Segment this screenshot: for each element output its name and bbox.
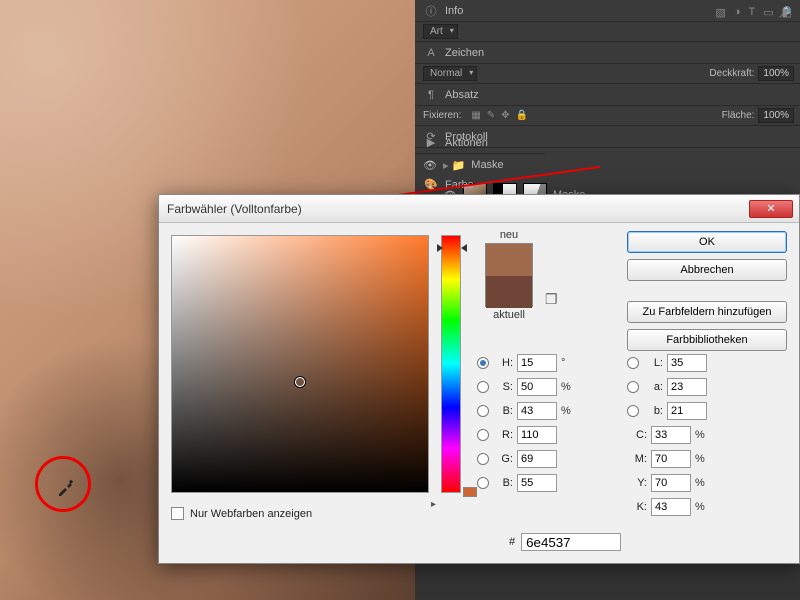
- panel-aktionen[interactable]: ▶ Aktionen: [415, 132, 545, 154]
- k-input[interactable]: [651, 498, 691, 516]
- panel-label: Aktionen: [445, 137, 488, 149]
- dialog-titlebar[interactable]: Farbwähler (Volltonfarbe) ✕: [159, 195, 799, 223]
- saturation-brightness-field[interactable]: [171, 235, 429, 493]
- r-input[interactable]: [517, 426, 557, 444]
- lock-brush-icon[interactable]: ✎: [487, 110, 495, 121]
- dialog-title: Farbwähler (Volltonfarbe): [165, 202, 749, 216]
- lock-label: Fixieren:: [423, 110, 461, 121]
- color-picker-dialog: Farbwähler (Volltonfarbe) ✕ ▸ neu aktuel…: [158, 194, 800, 564]
- a-input[interactable]: [667, 378, 707, 396]
- panels-area: ⓘ Info 🔎 Art ▧ ◑ T ▭ ◧ A Zeichen Normal …: [415, 0, 800, 200]
- fill-input[interactable]: 100%: [758, 108, 794, 123]
- info-icon: ⓘ: [423, 3, 439, 19]
- radio-r[interactable]: [477, 429, 489, 441]
- layer-name: Maske: [471, 159, 503, 171]
- panel-label: Zeichen: [445, 47, 484, 59]
- visibility-toggle[interactable]: 👁: [423, 159, 437, 172]
- lock-all-icon[interactable]: 🔒: [516, 110, 528, 121]
- close-button[interactable]: ✕: [749, 200, 793, 218]
- kind-dropdown[interactable]: Art: [423, 24, 458, 39]
- filter-pixel-icon[interactable]: ▧: [715, 6, 725, 19]
- hue-slider-handle[interactable]: [437, 244, 467, 250]
- panel-label: Farbe: [445, 179, 474, 191]
- web-colors-label: Nur Webfarben anzeigen: [190, 508, 312, 520]
- lock-row: Fixieren: ▦ ✎ ✥ 🔒 Fläche: 100%: [415, 106, 800, 126]
- filter-adjust-icon[interactable]: ◑: [734, 6, 741, 19]
- hex-hash: #: [509, 536, 515, 548]
- blend-mode-dropdown[interactable]: Normal: [423, 66, 477, 81]
- s-input[interactable]: [517, 378, 557, 396]
- radio-h[interactable]: [477, 357, 489, 369]
- l-input[interactable]: [667, 354, 707, 372]
- eyedropper-icon: [56, 477, 76, 497]
- triangle-icon: ▸: [431, 499, 436, 510]
- y-input[interactable]: [651, 474, 691, 492]
- radio-bv[interactable]: [477, 405, 489, 417]
- cube-icon[interactable]: ❒: [545, 291, 558, 308]
- bc-input[interactable]: [517, 474, 557, 492]
- filter-shape-icon[interactable]: ▭: [763, 6, 773, 19]
- b-input[interactable]: [667, 402, 707, 420]
- radio-a[interactable]: [627, 381, 639, 393]
- cancel-button[interactable]: Abbrechen: [627, 259, 787, 281]
- lock-move-icon[interactable]: ✥: [501, 110, 509, 121]
- lock-transparency-icon[interactable]: ▦: [471, 110, 480, 121]
- hue-strip[interactable]: [441, 235, 461, 493]
- radio-l[interactable]: [627, 357, 639, 369]
- fill-label: Fläche:: [722, 110, 755, 121]
- folder-icon: ▸ 📁: [443, 159, 465, 172]
- panel-farbe[interactable]: 🎨 Farbe: [415, 174, 545, 196]
- web-colors-checkbox[interactable]: [171, 507, 184, 520]
- radio-b[interactable]: [627, 405, 639, 417]
- h-input[interactable]: [517, 354, 557, 372]
- actions-icon: ▶: [423, 136, 439, 149]
- character-icon: A: [423, 47, 439, 59]
- paragraph-icon: ¶: [423, 89, 439, 101]
- radio-bc[interactable]: [477, 477, 489, 489]
- websafe-swatch[interactable]: [463, 487, 477, 497]
- ok-button[interactable]: OK: [627, 231, 787, 253]
- panel-label: Absatz: [445, 89, 479, 101]
- c-input[interactable]: [651, 426, 691, 444]
- layers-filter-row: Art ▧ ◑ T ▭ ◧: [415, 22, 800, 42]
- radio-g[interactable]: [477, 453, 489, 465]
- panel-absatz[interactable]: ¶ Absatz: [415, 84, 800, 106]
- hex-input[interactable]: [521, 533, 621, 551]
- annotation-circle: [35, 456, 91, 512]
- blend-row: Normal Deckkraft: 100%: [415, 64, 800, 84]
- filter-type-icon[interactable]: T: [748, 6, 755, 19]
- color-cursor[interactable]: [295, 377, 305, 387]
- current-color-swatch[interactable]: [486, 276, 532, 308]
- filter-smart-icon[interactable]: ◧: [782, 6, 792, 19]
- opacity-input[interactable]: 100%: [758, 66, 794, 81]
- add-swatch-button[interactable]: Zu Farbfeldern hinzufügen: [627, 301, 787, 323]
- g-input[interactable]: [517, 450, 557, 468]
- web-colors-checkbox-row: Nur Webfarben anzeigen: [171, 507, 312, 520]
- bv-input[interactable]: [517, 402, 557, 420]
- swatch-preview: neu aktuell: [477, 229, 541, 321]
- new-color-swatch[interactable]: [486, 244, 532, 276]
- current-label: aktuell: [477, 309, 541, 321]
- panel-label: Info: [445, 5, 463, 17]
- opacity-label: Deckkraft:: [709, 68, 754, 79]
- color-fields: H:° L: S:% a: B:% b: R: C:% G: M:% B: Y:…: [477, 351, 787, 519]
- new-label: neu: [477, 229, 541, 241]
- color-libraries-button[interactable]: Farbbibliotheken: [627, 329, 787, 351]
- m-input[interactable]: [651, 450, 691, 468]
- radio-s[interactable]: [477, 381, 489, 393]
- panel-zeichen[interactable]: A Zeichen: [415, 42, 800, 64]
- color-icon: 🎨: [423, 178, 439, 191]
